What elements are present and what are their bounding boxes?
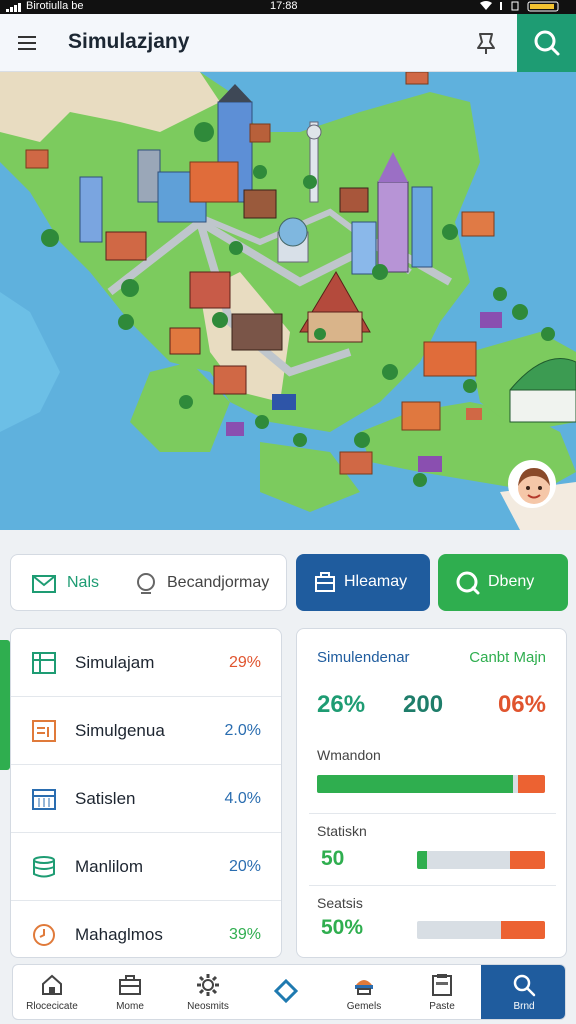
primary-action-label: Hleamay	[344, 573, 408, 590]
list-item-name: Satislen	[75, 789, 136, 808]
tab-label: Rlocecicate	[26, 1001, 78, 1012]
diamond-icon	[273, 978, 299, 1008]
pin-icon[interactable]	[472, 28, 500, 56]
progress-bar-fill	[317, 775, 514, 793]
stats-section-label: Statiskn	[317, 823, 367, 839]
calendar-icon	[31, 787, 57, 816]
stats-section-label: Wmandon	[317, 747, 381, 763]
secondary-action-label: Dbeny	[488, 573, 535, 590]
search-icon	[534, 30, 560, 56]
list-item[interactable]: Manlilom 20%	[11, 833, 281, 901]
database-icon	[31, 855, 57, 884]
list-item[interactable]: Satislen 4.0%	[11, 765, 281, 833]
tab-explore[interactable]	[247, 965, 325, 1019]
briefcase-icon	[314, 571, 336, 598]
search-icon	[512, 973, 536, 1002]
tab-work[interactable]: Mome	[91, 965, 169, 1019]
progress-bar-remainder	[501, 921, 545, 939]
big-number: 06%	[497, 691, 546, 718]
city-map[interactable]	[0, 72, 576, 530]
stats-header-right[interactable]: Canbt Majn	[469, 649, 546, 666]
tab-label: Brnd	[513, 1001, 535, 1012]
big-number: 26%	[317, 691, 366, 718]
search-button[interactable]	[517, 14, 576, 72]
tab-label: Paste	[429, 1001, 455, 1012]
list-item-value: 2.0%	[224, 722, 261, 739]
page-title: Simulazjany	[68, 30, 190, 53]
list-item[interactable]: Simulgenua 2.0%	[11, 697, 281, 765]
secondary-action-button[interactable]: Dbeny	[438, 554, 568, 611]
tab-label: Mome	[116, 1001, 144, 1012]
list-item-value: 4.0%	[224, 790, 261, 807]
progress-bar	[417, 851, 545, 869]
list-item-name: Simulgenua	[75, 721, 165, 740]
mail-icon[interactable]	[31, 573, 57, 600]
briefcase-icon	[118, 973, 142, 1002]
big-number: 200	[403, 691, 444, 718]
clipboard-icon	[430, 973, 454, 1002]
list-accent-bar	[0, 640, 10, 770]
progress-bar-remainder	[510, 851, 545, 869]
primary-action-button[interactable]: Hleamay	[296, 554, 430, 611]
list-item-name: Manlilom	[75, 857, 144, 876]
avatar[interactable]	[508, 460, 556, 508]
stats-section-label: Seatsis	[317, 895, 363, 911]
tab-home[interactable]: Rlocecicate	[13, 965, 91, 1019]
clock-time: 17:88	[270, 0, 298, 12]
home-icon	[40, 973, 64, 1002]
stats-section-value: 50	[321, 847, 345, 870]
progress-bar-fill	[417, 851, 428, 869]
list-item-value: 20%	[228, 858, 261, 875]
stats-card: Simulendenar Canbt Majn 26% 200 06% Wman…	[296, 628, 567, 958]
search-icon[interactable]	[135, 571, 159, 602]
list-item-value: 29%	[228, 654, 261, 671]
list-item-name: Simulajam	[75, 653, 155, 672]
segment-left-label[interactable]: Nals	[67, 574, 99, 592]
hat-icon	[352, 973, 376, 1002]
bottom-tab-bar: Rlocecicate Mome Neosmits Gemels Paste B…	[12, 964, 566, 1020]
carrier-name: Birotiulla be	[26, 0, 84, 12]
tab-label: Gemels	[346, 1001, 382, 1012]
menu-icon[interactable]	[16, 32, 40, 54]
gear-icon	[196, 973, 220, 1002]
list-item[interactable]: Simulajam 29%	[11, 629, 281, 697]
search-icon	[456, 571, 480, 600]
tab-games[interactable]: Gemels	[325, 965, 403, 1019]
app-bar: Simulazjany	[0, 14, 576, 72]
list-item-value: 39%	[228, 926, 261, 943]
simulation-list: Simulajam 29% Simulgenua 2.0% Satislen 4…	[10, 628, 282, 958]
tab-search[interactable]: Brnd	[481, 965, 565, 1019]
divider	[309, 813, 556, 814]
tab-paste[interactable]: Paste	[403, 965, 481, 1019]
stats-header-left: Simulendenar	[317, 649, 410, 666]
signal-icon	[6, 3, 22, 12]
clock-icon	[31, 923, 57, 952]
stats-section-value: 50%	[321, 916, 364, 939]
segmented-control: Nals Becandjormay	[10, 554, 287, 611]
map-icon	[31, 651, 57, 680]
tab-settings[interactable]: Neosmits	[169, 965, 247, 1019]
status-icons	[478, 0, 568, 15]
segment-right-label[interactable]: Becandjormay	[167, 574, 269, 592]
progress-bar	[317, 775, 545, 793]
status-bar: Birotiulla be 17:88	[0, 0, 576, 14]
wifi-battery-icon	[480, 1, 559, 12]
list-item-name: Mahaglmos	[75, 925, 163, 944]
progress-bar	[417, 921, 545, 939]
progress-bar-remainder	[517, 775, 545, 793]
document-icon	[31, 719, 57, 748]
divider	[309, 885, 556, 886]
list-item[interactable]: Mahaglmos 39%	[11, 901, 281, 957]
tab-label: Neosmits	[187, 1001, 229, 1012]
